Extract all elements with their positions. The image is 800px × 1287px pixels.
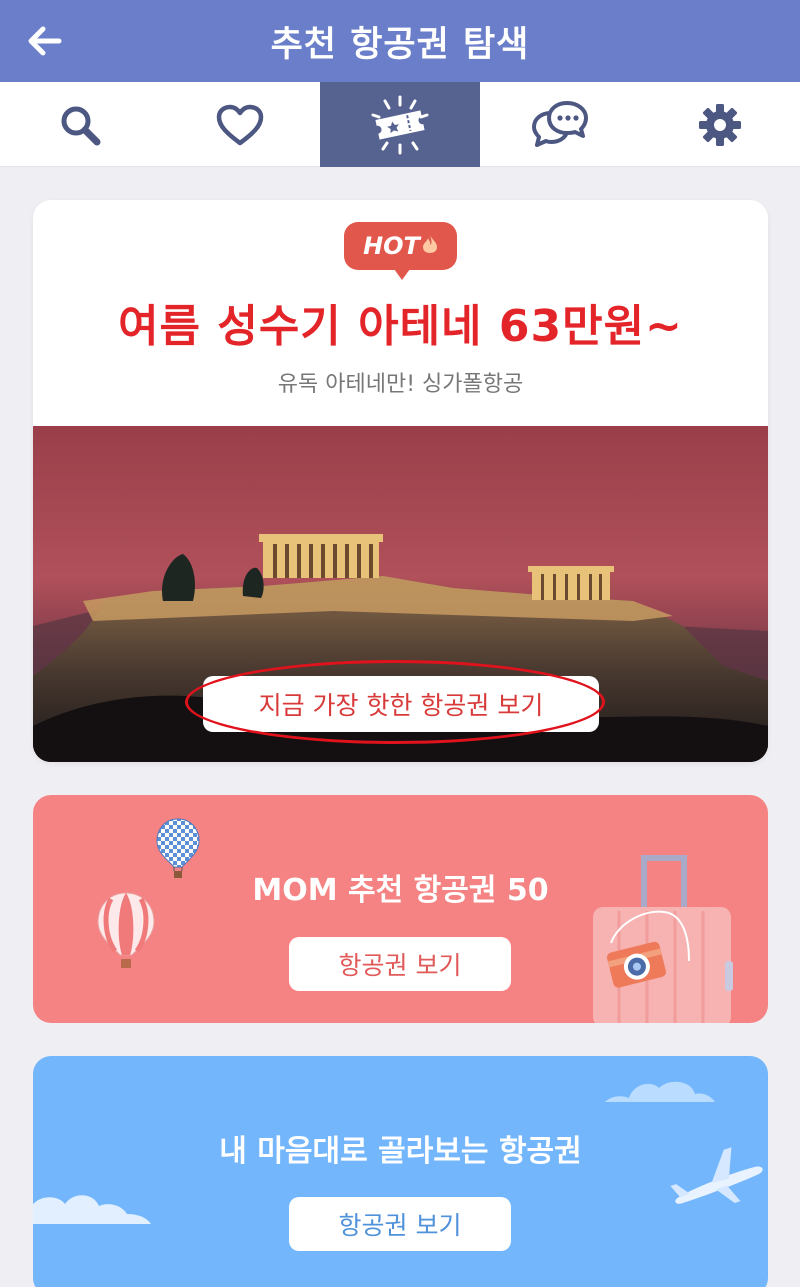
tab-search[interactable] xyxy=(0,82,160,167)
tab-bar xyxy=(0,82,800,167)
page-title: 추천 항공권 탐색 xyxy=(270,24,530,65)
view-custom-tickets-button[interactable]: 항공권 보기 xyxy=(289,1197,511,1251)
gear-icon xyxy=(699,103,741,146)
hot-deal-subtitle: 유독 아테네만! 싱가폴항공 xyxy=(277,372,524,397)
chat-bubbles-icon xyxy=(532,100,588,147)
tab-chat[interactable] xyxy=(480,82,640,167)
flame-icon xyxy=(422,234,438,259)
custom-pick-card[interactable]: 내 마음대로 골라보는 항공권 항공권 보기 xyxy=(33,1056,768,1287)
view-hot-tickets-button[interactable]: 지금 가장 핫한 항공권 보기 xyxy=(203,676,599,732)
suitcase-camera-icon xyxy=(593,855,733,1023)
app-header: 추천 항공권 탐색 xyxy=(0,0,800,82)
hot-deal-card[interactable]: HOT 여름 성수기 아테네 63만원~ 유독 아테네만! 싱가폴항공 지금 가… xyxy=(33,200,768,762)
ticket-icon xyxy=(371,95,429,154)
tab-recommended-tickets[interactable] xyxy=(320,82,480,167)
mom-recommend-card[interactable]: MOM 추천 항공권 50 항공권 보기 xyxy=(33,795,768,1023)
arrow-left-icon xyxy=(28,26,62,56)
view-mom-tickets-button[interactable]: 항공권 보기 xyxy=(289,937,511,991)
airplane-icon xyxy=(670,1147,763,1204)
hot-badge: HOT xyxy=(344,222,457,280)
cloud-icon xyxy=(33,1195,151,1224)
custom-pick-title: 내 마음대로 골라보는 항공권 xyxy=(219,1134,582,1169)
hot-badge-label: HOT xyxy=(363,232,420,260)
search-icon xyxy=(61,106,101,145)
hot-deal-title: 여름 성수기 아테네 63만원~ xyxy=(118,301,683,352)
tab-favorites[interactable] xyxy=(160,82,320,167)
tab-settings[interactable] xyxy=(640,82,800,167)
back-button[interactable] xyxy=(22,18,68,64)
cloud-icon xyxy=(605,1081,715,1102)
heart-icon xyxy=(216,104,264,145)
